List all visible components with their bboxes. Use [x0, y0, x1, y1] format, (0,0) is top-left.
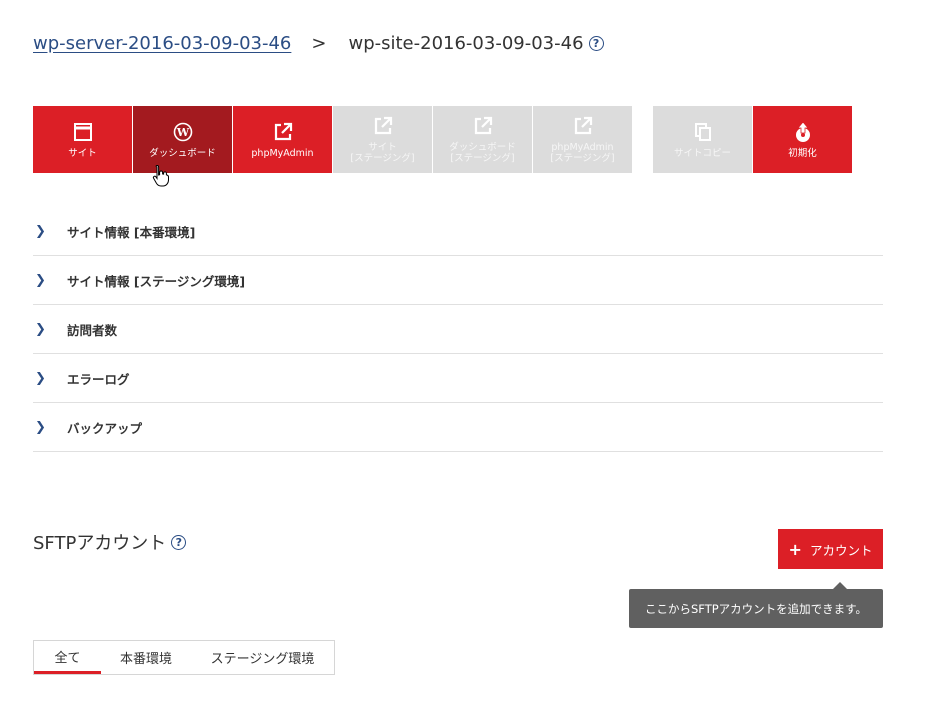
tab-all[interactable]: 全て [34, 641, 101, 674]
site-copy-button-label: サイトコピー [673, 147, 731, 159]
plus-icon: + [788, 539, 802, 559]
section-label: サイト情報 [本番環境] [67, 225, 196, 240]
copy-icon [692, 121, 714, 143]
breadcrumb-separator: > [311, 32, 327, 54]
section-backup[interactable]: ❯ バックアップ [33, 403, 883, 452]
section-site-info-staging[interactable]: ❯ サイト情報 [ステージング環境] [33, 256, 883, 305]
help-icon[interactable]: ? [171, 534, 187, 550]
site-button[interactable]: サイト [33, 106, 132, 173]
svg-text:W: W [175, 126, 189, 139]
section-visitors[interactable]: ❯ 訪問者数 [33, 305, 883, 354]
sftp-section-title: SFTPアカウント ? [33, 529, 187, 555]
initialize-button-label: 初期化 [788, 147, 817, 159]
add-sftp-account-button[interactable]: + アカウント [778, 529, 883, 569]
environment-tabs: 全て 本番環境 ステージング環境 [33, 640, 335, 675]
site-sections: ❯ サイト情報 [本番環境] ❯ サイト情報 [ステージング環境] ❯ 訪問者数… [33, 208, 883, 452]
tab-production[interactable]: 本番環境 [101, 641, 191, 674]
help-icon[interactable]: ? [588, 35, 604, 51]
chevron-right-icon: ❯ [35, 370, 46, 386]
phpmyadmin-button[interactable]: phpMyAdmin [233, 106, 332, 173]
server-breadcrumb-link[interactable]: wp-server-2016-03-09-03-46 [33, 33, 291, 54]
page-title: wp-site-2016-03-09-03-46 [348, 32, 584, 54]
external-link-icon [272, 121, 294, 143]
section-label: エラーログ [67, 371, 130, 387]
chevron-right-icon: ❯ [35, 321, 46, 337]
staging-dashboard-button: ダッシュボード [ステージング] [433, 106, 532, 173]
external-link-icon [372, 115, 394, 137]
section-label: サイト情報 [ステージング環境] [67, 273, 246, 289]
external-link-icon [472, 115, 494, 137]
staging-site-button-label: サイト [ステージング] [350, 142, 415, 164]
window-icon [72, 121, 94, 143]
dashboard-button-label: ダッシュボード [149, 147, 216, 159]
staging-phpmyadmin-button: phpMyAdmin [ステージング] [533, 106, 632, 173]
reset-disc-icon [792, 120, 814, 143]
site-button-label: サイト [68, 147, 97, 159]
staging-dashboard-button-label: ダッシュボード [ステージング] [449, 142, 516, 164]
section-error-log[interactable]: ❯ エラーログ [33, 354, 883, 403]
section-site-info-production[interactable]: ❯ サイト情報 [本番環境] [33, 208, 883, 256]
site-copy-button: サイトコピー [653, 106, 752, 173]
add-account-tooltip: ここからSFTPアカウントを追加できます。 [629, 582, 883, 628]
external-link-icon [572, 115, 594, 137]
phpmyadmin-button-label: phpMyAdmin [251, 147, 314, 159]
staging-site-button: サイト [ステージング] [333, 106, 432, 173]
chevron-right-icon: ❯ [35, 272, 46, 288]
sftp-title-text: SFTPアカウント [33, 533, 167, 554]
dashboard-button[interactable]: W ダッシュボード [133, 106, 232, 173]
wordpress-icon: W [172, 121, 194, 143]
chevron-right-icon: ❯ [35, 224, 46, 239]
chevron-right-icon: ❯ [35, 419, 46, 435]
initialize-button[interactable]: 初期化 [753, 106, 852, 173]
add-sftp-account-label: アカウント [809, 542, 873, 558]
section-label: バックアップ [67, 420, 143, 436]
breadcrumb: wp-server-2016-03-09-03-46 > wp-site-201… [33, 30, 604, 56]
section-label: 訪問者数 [67, 322, 118, 338]
tooltip-text: ここからSFTPアカウントを追加できます。 [644, 601, 868, 616]
site-toolbar: サイト W ダッシュボード phpMyAdmin サイト [ステージング] ダッ… [33, 106, 853, 173]
tab-staging[interactable]: ステージング環境 [191, 641, 334, 674]
staging-phpmyadmin-button-label: phpMyAdmin [ステージング] [550, 142, 615, 164]
hand-cursor-icon [152, 164, 169, 187]
